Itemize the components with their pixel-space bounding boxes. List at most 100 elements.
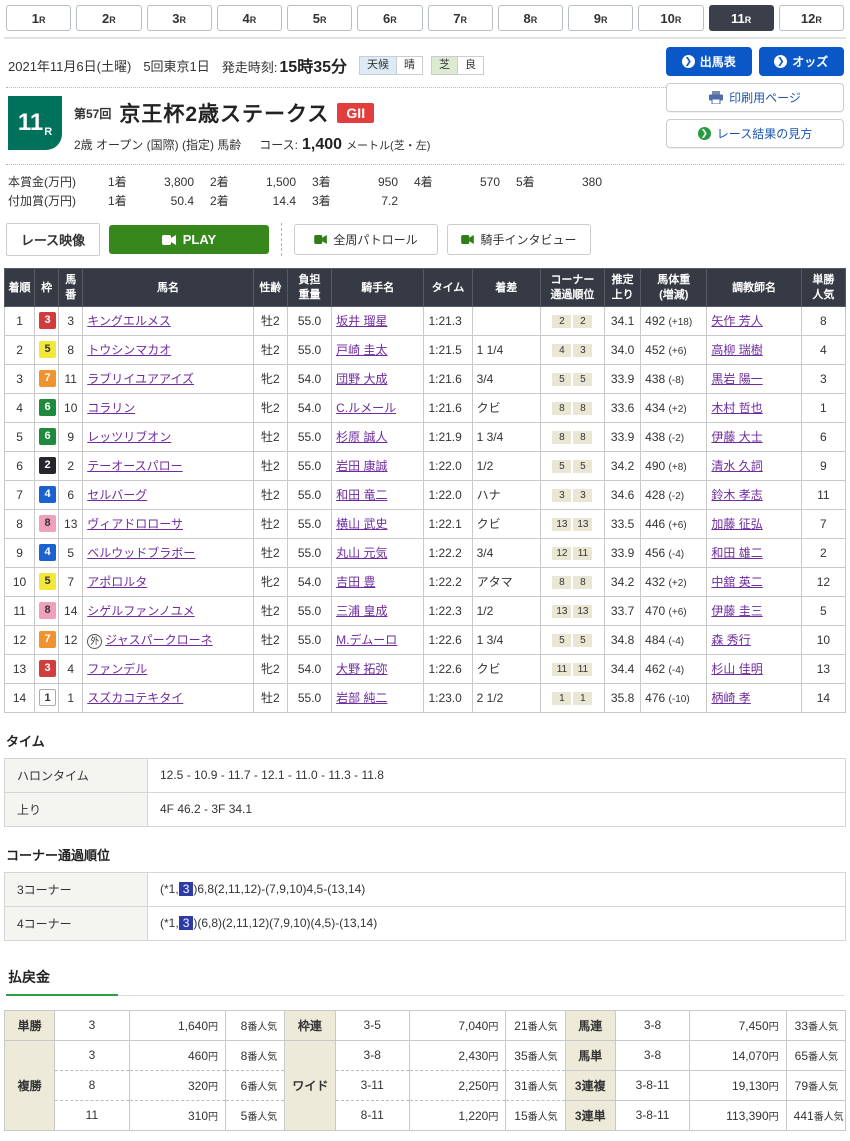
race-tab-4r[interactable]: 4R (217, 5, 282, 31)
jockey-link[interactable]: 岩田 康誠 (336, 459, 387, 473)
horse-link[interactable]: シゲルファンノユメ (87, 604, 194, 618)
horse-link[interactable]: ラブリイユアアイズ (87, 372, 194, 386)
margin-cell: 1/2 (472, 596, 540, 625)
horse-link[interactable]: セルバーグ (87, 488, 147, 502)
trainer-link[interactable]: 加藤 征弘 (711, 517, 762, 531)
prize-place: 2着 (210, 192, 242, 211)
trainer-link[interactable]: 鈴木 孝志 (711, 488, 762, 502)
corner-position: 5 (552, 634, 571, 647)
finish-position: 5 (5, 422, 35, 451)
trainer-link[interactable]: 和田 雄二 (711, 546, 762, 560)
finish-time: 1:22.0 (424, 451, 472, 480)
race-tab-6r[interactable]: 6R (357, 5, 422, 31)
race-tab-11r[interactable]: 11R (709, 5, 774, 31)
horse-link[interactable]: テーオースパロー (87, 459, 182, 473)
horse-name-cell: スズカコテキタイ (83, 683, 254, 712)
finish-time: 1:23.0 (424, 683, 472, 712)
jockey-link[interactable]: 吉田 豊 (336, 575, 375, 589)
trainer-link[interactable]: 矢作 芳人 (711, 314, 762, 328)
horse-link[interactable]: ベルウッドブラボー (87, 546, 195, 560)
race-tab-12r[interactable]: 12R (779, 5, 844, 31)
race-tab-8r[interactable]: 8R (498, 5, 563, 31)
finish-position: 4 (5, 393, 35, 422)
odds-button[interactable]: ❯ オッズ (759, 47, 845, 76)
corner-position: 8 (573, 576, 592, 589)
horse-link[interactable]: ジャスパークローネ (105, 633, 212, 647)
corner-table: 3コーナー(*1,3)6,8(2,11,12)-(7,9,10)4,5-(13,… (4, 872, 846, 941)
jockey-link[interactable]: 和田 竜二 (336, 488, 387, 502)
jockey-link[interactable]: 岩部 純二 (336, 691, 387, 705)
result-row: 4610コラリン牝254.0C.ルメール1:21.6クビ8833.6434 (+… (5, 393, 846, 422)
race-tab-3r[interactable]: 3R (147, 5, 212, 31)
favorite-suffix: 番人気 (808, 1082, 838, 1093)
jockey-link[interactable]: M.デムーロ (336, 633, 397, 647)
race-tab-7r[interactable]: 7R (428, 5, 493, 31)
horse-link[interactable]: トウシンマカオ (87, 343, 171, 357)
patrol-video-button[interactable]: 全周パトロール (294, 224, 438, 255)
trainer-link[interactable]: 清水 久詞 (711, 459, 762, 473)
trainer-link[interactable]: 伊藤 大士 (711, 430, 762, 444)
trainer-link[interactable]: 杉山 佳明 (711, 662, 762, 676)
print-page-button[interactable]: 印刷用ページ (666, 83, 844, 112)
trainer-link[interactable]: 黒岩 陽一 (711, 372, 762, 386)
horse-link[interactable]: レッツリブオン (87, 430, 171, 444)
jockey-link[interactable]: 戸崎 圭太 (336, 343, 387, 357)
corner-order-cell: 1313 (540, 596, 604, 625)
payout-fav: 15番人気 (506, 1100, 565, 1130)
body-weight-cell: 456 (-4) (641, 538, 707, 567)
race-tab-2r[interactable]: 2R (76, 5, 141, 31)
trainer-cell: 杉山 佳明 (707, 654, 801, 683)
horse-name-cell: ベルウッドブラボー (83, 538, 254, 567)
race-tab-1r[interactable]: 1R (6, 5, 71, 31)
prize-value: 50.4 (140, 192, 194, 211)
trainer-link[interactable]: 伊藤 圭三 (711, 604, 762, 618)
trainer-link[interactable]: 中舘 英二 (711, 575, 762, 589)
tab-suffix: R (815, 15, 822, 25)
arrow-circle-icon: ❯ (774, 55, 787, 68)
trainer-link[interactable]: 柄崎 孝 (711, 691, 750, 705)
trainer-link[interactable]: 高柳 瑞樹 (711, 343, 762, 357)
frame-cell: 6 (35, 393, 59, 422)
jockey-link[interactable]: 三浦 皇成 (336, 604, 387, 618)
horse-link[interactable]: スズカコテキタイ (87, 691, 183, 705)
horse-link[interactable]: ファンデル (87, 662, 147, 676)
jockey-link[interactable]: 団野 大成 (336, 372, 387, 386)
tab-number: 11 (731, 11, 745, 26)
corner-position: 13 (573, 605, 592, 618)
favorite-suffix: 番人気 (528, 1082, 558, 1093)
jockey-link[interactable]: 杉原 誠人 (336, 430, 387, 444)
race-tab-10r[interactable]: 10R (638, 5, 703, 31)
jockey-link[interactable]: 大野 拓弥 (336, 662, 387, 676)
corner-position: 11 (573, 663, 592, 676)
play-button[interactable]: PLAY (109, 225, 269, 254)
tab-suffix: R (601, 15, 608, 25)
horse-link[interactable]: コラリン (87, 401, 135, 415)
horse-link[interactable]: アポロルタ (87, 575, 147, 589)
horse-link[interactable]: ヴィアドロローサ (87, 517, 183, 531)
horse-link[interactable]: キングエルメス (87, 314, 171, 328)
results-guide-button[interactable]: ❯ レース結果の見方 (666, 119, 844, 148)
jockey-link[interactable]: 坂井 瑠星 (336, 314, 387, 328)
trainer-cell: 加藤 征弘 (707, 509, 801, 538)
column-header: コーナー通過順位 (540, 269, 604, 307)
win-favorite: 5 (801, 596, 845, 625)
carried-weight: 55.0 (287, 451, 331, 480)
race-tab-9r[interactable]: 9R (568, 5, 633, 31)
trainer-link[interactable]: 森 秀行 (711, 633, 750, 647)
corner-position: 3 (573, 489, 592, 502)
trainer-link[interactable]: 木村 哲也 (711, 401, 762, 415)
body-weight-diff: (-8) (669, 375, 685, 386)
jockey-link[interactable]: 丸山 元気 (336, 546, 387, 560)
column-header: 単勝人気 (801, 269, 845, 307)
yen-suffix: 円 (769, 1112, 779, 1123)
payout-pay: 460円 (129, 1040, 225, 1070)
jockey-interview-button[interactable]: 騎手インタビュー (447, 224, 591, 255)
jockey-link[interactable]: 横山 武史 (336, 517, 387, 531)
jockey-link[interactable]: C.ルメール (336, 401, 396, 415)
frame-number-badge: 7 (39, 631, 56, 648)
entry-table-button[interactable]: ❯ 出馬表 (666, 47, 752, 76)
jockey-cell: 岩田 康誠 (332, 451, 424, 480)
race-tab-5r[interactable]: 5R (287, 5, 352, 31)
win-favorite: 10 (801, 625, 845, 654)
result-row: 12712外ジャスパークローネ牡255.0M.デムーロ1:22.61 3/455… (5, 625, 846, 654)
